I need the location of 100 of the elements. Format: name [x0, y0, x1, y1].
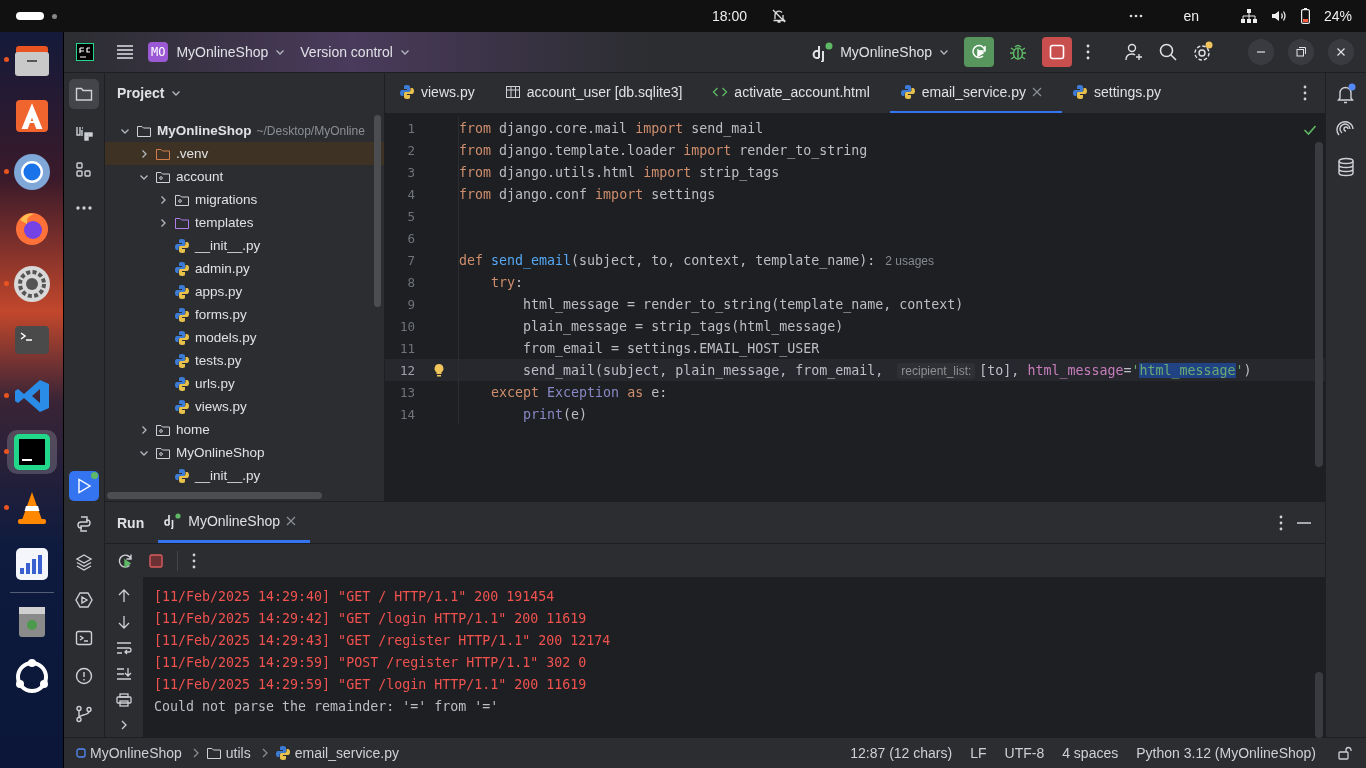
- tree-item[interactable]: home: [105, 418, 384, 441]
- more-icon[interactable]: [1129, 14, 1144, 18]
- editor-tab[interactable]: views.py: [389, 73, 495, 113]
- tree-item[interactable]: .venv: [105, 142, 384, 165]
- terminal-icon[interactable]: [74, 628, 94, 648]
- structure-icon[interactable]: [74, 160, 94, 180]
- arrow-up-icon[interactable]: [117, 589, 131, 603]
- tree-item[interactable]: account: [105, 165, 384, 188]
- network-icon[interactable]: [1240, 9, 1257, 23]
- workspace-indicator[interactable]: [52, 13, 57, 19]
- tree-item[interactable]: MyOnlineShop: [105, 441, 384, 464]
- problems-icon[interactable]: [74, 666, 94, 686]
- project-view-selector[interactable]: Project: [117, 85, 183, 101]
- status-item[interactable]: LF: [970, 745, 987, 761]
- scrollbar[interactable]: [1315, 142, 1323, 467]
- battery-percentage[interactable]: 24%: [1323, 8, 1352, 24]
- more-icon[interactable]: [1303, 85, 1307, 101]
- tree-item[interactable]: admin.py: [105, 257, 384, 280]
- scrollbar[interactable]: [374, 115, 381, 307]
- layers-icon[interactable]: [74, 552, 94, 572]
- tree-item[interactable]: models.py: [105, 326, 384, 349]
- status-item[interactable]: 12:87 (12 chars): [850, 745, 953, 761]
- search-icon[interactable]: [1158, 42, 1178, 62]
- checkmark-icon[interactable]: [1303, 124, 1317, 136]
- settings-icon[interactable]: [1192, 41, 1214, 63]
- services-icon[interactable]: [74, 590, 94, 610]
- bug-icon[interactable]: [1008, 42, 1028, 62]
- status-item[interactable]: UTF-8: [1004, 745, 1045, 761]
- stop-icon[interactable]: [149, 553, 163, 568]
- more-icon[interactable]: [192, 552, 196, 569]
- python-file-icon: [399, 84, 415, 100]
- ide-icon[interactable]: [11, 432, 52, 472]
- tree-item[interactable]: templates: [105, 211, 384, 234]
- tree-item[interactable]: migrations: [105, 188, 384, 211]
- database-icon[interactable]: [1337, 157, 1355, 177]
- browser-icon[interactable]: [11, 152, 52, 192]
- bell-off-icon[interactable]: [771, 8, 788, 24]
- tree-item[interactable]: views.py: [105, 395, 384, 418]
- tree-item[interactable]: __init__.py: [105, 464, 384, 487]
- lightbulb-icon[interactable]: [432, 363, 445, 377]
- close-icon[interactable]: [286, 516, 297, 526]
- status-item[interactable]: 4 spaces: [1062, 745, 1119, 761]
- python-file-icon: [174, 283, 190, 300]
- python-file-icon: [174, 260, 190, 277]
- tree-item[interactable]: urls.py: [105, 372, 384, 395]
- breadcrumb[interactable]: email_service.py: [274, 745, 399, 761]
- running-indicator: [91, 472, 98, 479]
- close-icon[interactable]: [1328, 39, 1354, 65]
- python-console-icon[interactable]: [74, 514, 94, 534]
- close-icon[interactable]: [1032, 87, 1042, 97]
- ide-logo-icon[interactable]: [76, 43, 94, 61]
- python-file-icon: [899, 84, 916, 100]
- vcs-menu[interactable]: Version control: [300, 44, 411, 60]
- more-icon[interactable]: [1279, 514, 1283, 531]
- stop-button[interactable]: [1042, 37, 1072, 67]
- notifications-icon[interactable]: [1335, 83, 1357, 105]
- project-menu[interactable]: MO MyOnlineShop: [148, 42, 287, 62]
- restore-icon[interactable]: [1288, 39, 1314, 65]
- project-badge: MO: [148, 42, 169, 62]
- more-icon[interactable]: [1086, 44, 1090, 60]
- rerun-icon[interactable]: [117, 551, 135, 570]
- run-config-selector[interactable]: MyOnlineShop: [812, 42, 950, 62]
- tree-item[interactable]: __init__.py: [105, 234, 384, 257]
- unlock-icon[interactable]: [1338, 746, 1352, 760]
- add-user-icon[interactable]: [1124, 42, 1144, 62]
- battery-icon[interactable]: [1300, 8, 1310, 24]
- chevron-right-icon[interactable]: [119, 719, 129, 731]
- django-icon: [812, 42, 835, 62]
- scrollbar[interactable]: [1315, 672, 1323, 738]
- workspace-indicator[interactable]: [16, 12, 44, 20]
- tree-item[interactable]: forms.py: [105, 303, 384, 326]
- python-file-icon: [174, 398, 190, 415]
- breadcrumb[interactable]: utils: [205, 745, 251, 761]
- scrollbar[interactable]: [107, 492, 322, 499]
- console-line: Could not parse the remainder: '=' from '=': [154, 698, 500, 716]
- rerun-button[interactable]: [964, 37, 994, 67]
- minimize-icon[interactable]: [1297, 521, 1311, 524]
- editor-tab[interactable]: settings.py: [1062, 73, 1181, 113]
- volume-icon[interactable]: [1270, 9, 1287, 23]
- tree-item[interactable]: MyOnlineShop ~/Desktop/MyOnline: [105, 119, 384, 142]
- gear-icon[interactable]: [11, 264, 52, 304]
- arrow-down-icon[interactable]: [117, 615, 131, 629]
- folder-icon: [205, 745, 222, 761]
- clock[interactable]: 18:00: [712, 8, 748, 24]
- keyboard-language[interactable]: en: [1183, 8, 1199, 24]
- scroll-to-end-icon[interactable]: [116, 667, 132, 681]
- editor-tab[interactable]: account_user [db.sqlite3]: [494, 73, 703, 113]
- branch-icon[interactable]: [74, 704, 94, 724]
- code-line: from_email = settings.EMAIL_HOST_USER: [522, 340, 820, 356]
- status-item[interactable]: Python 3.12 (MyOnlineShop): [1136, 745, 1316, 761]
- soft-wrap-icon[interactable]: [116, 641, 132, 655]
- breadcrumb[interactable]: MyOnlineShop: [76, 745, 182, 761]
- run-tab[interactable]: MyOnlineShop: [158, 502, 311, 543]
- editor-tab[interactable]: activate_account.html: [702, 73, 890, 113]
- print-icon[interactable]: [116, 693, 132, 707]
- menu-icon[interactable]: [116, 45, 134, 59]
- minimize-icon[interactable]: [1248, 39, 1274, 65]
- stop-icon: [1049, 44, 1065, 60]
- tree-item[interactable]: tests.py: [105, 349, 384, 372]
- tree-item[interactable]: apps.py: [105, 280, 384, 303]
